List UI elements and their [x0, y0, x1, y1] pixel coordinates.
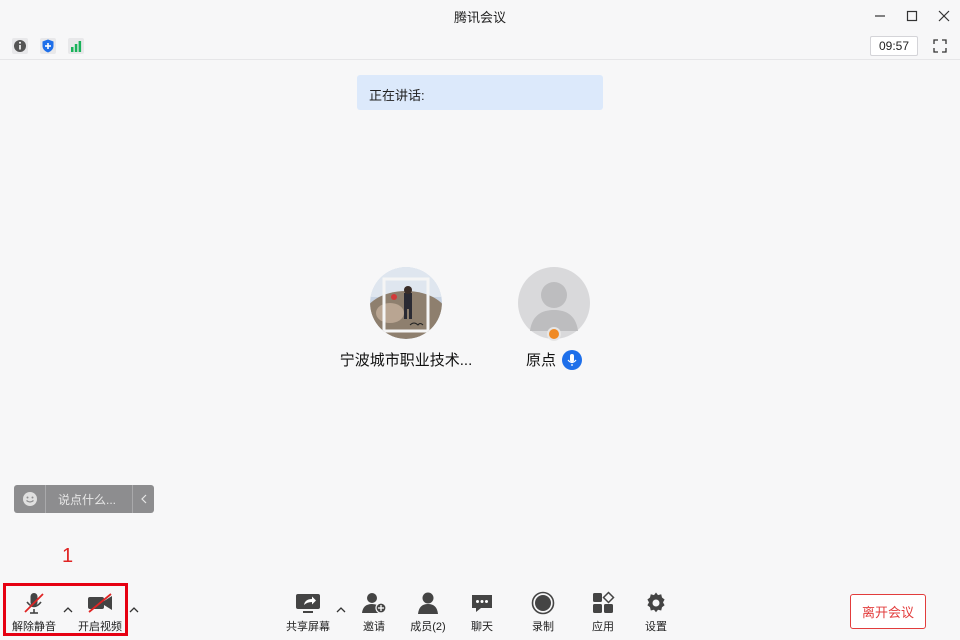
participant-tile[interactable]: 原点 [479, 267, 629, 370]
settings-label: 设置 [645, 621, 667, 633]
camera-off-icon [74, 590, 126, 616]
share-screen-label: 共享屏幕 [286, 621, 330, 633]
info-icon[interactable] [10, 37, 30, 55]
minimize-button[interactable] [864, 0, 896, 32]
mic-muted-icon [8, 590, 60, 616]
maximize-button[interactable] [896, 0, 928, 32]
invite-label: 邀请 [363, 621, 385, 633]
participant-tile[interactable]: 宁波城市职业技术... [331, 267, 481, 370]
apps-button[interactable]: 应用 [577, 590, 629, 634]
chat-quick-input[interactable]: 说点什么... [14, 485, 154, 513]
close-icon [938, 10, 950, 22]
record-label: 录制 [532, 621, 554, 633]
apps-label: 应用 [592, 621, 614, 633]
chat-bubble-icon [456, 590, 508, 616]
title-bar: 腾讯会议 [0, 0, 960, 32]
unmute-label: 解除静音 [12, 621, 56, 633]
record-button[interactable]: 录制 [517, 590, 569, 634]
record-icon [517, 590, 569, 616]
share-screen-button[interactable]: 共享屏幕 [282, 590, 334, 634]
speaking-indicator: 正在讲话: [357, 75, 603, 110]
window-controls [864, 0, 960, 32]
minimize-icon [875, 15, 885, 17]
close-button[interactable] [928, 0, 960, 32]
start-video-button[interactable]: 开启视频 [74, 590, 126, 634]
share-screen-icon [282, 590, 334, 616]
status-bar: 09:57 [0, 32, 960, 60]
leave-meeting-label: 离开会议 [861, 605, 914, 620]
invite-person-icon [348, 590, 400, 616]
apps-grid-icon [577, 590, 629, 616]
start-video-label: 开启视频 [78, 621, 122, 633]
mic-active-icon [562, 349, 582, 370]
collapse-chevron-icon[interactable] [132, 485, 154, 513]
annotation-number: 1 [62, 545, 74, 567]
members-button[interactable]: 成员(2) [402, 590, 454, 634]
meeting-timer: 09:57 [870, 36, 918, 56]
chat-label: 聊天 [471, 621, 493, 633]
participant-name: 宁波城市职业技术... [339, 352, 473, 369]
settings-button[interactable]: 设置 [630, 590, 682, 634]
members-icon [402, 590, 454, 616]
unmute-button[interactable]: 解除静音 [8, 590, 60, 634]
host-icon [547, 327, 561, 341]
leave-meeting-button[interactable]: 离开会议 [850, 594, 926, 629]
security-shield-icon[interactable] [38, 37, 58, 55]
avatar [518, 267, 590, 341]
gear-icon [630, 590, 682, 616]
emoji-icon[interactable] [14, 485, 46, 513]
share-options-caret-icon[interactable] [335, 604, 347, 616]
chat-button[interactable]: 聊天 [456, 590, 508, 634]
members-label: 成员(2) [410, 621, 446, 633]
chat-placeholder: 说点什么... [58, 492, 117, 507]
window-title: 腾讯会议 [453, 9, 506, 25]
fullscreen-button[interactable] [930, 37, 950, 55]
maximize-icon [906, 10, 918, 22]
audio-options-caret-icon[interactable] [62, 604, 74, 616]
fullscreen-icon [933, 39, 947, 53]
avatar [370, 267, 442, 339]
signal-strength-icon[interactable] [66, 37, 86, 55]
video-options-caret-icon[interactable] [128, 604, 140, 616]
speaking-label: 正在讲话: [369, 88, 425, 103]
participant-name: 原点 [525, 352, 556, 369]
invite-button[interactable]: 邀请 [348, 590, 400, 634]
